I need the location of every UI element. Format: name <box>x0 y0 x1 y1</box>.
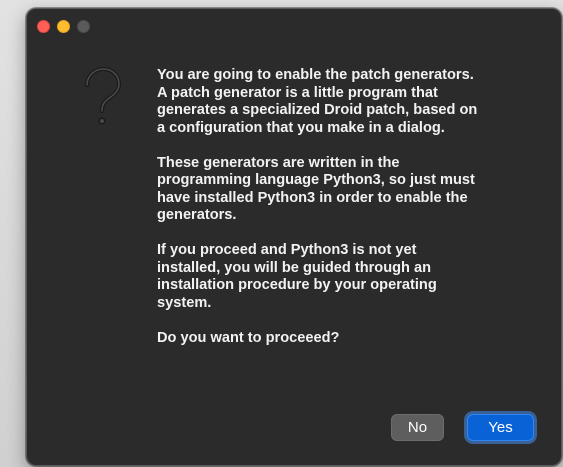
desktop-background: You are going to enable the patch genera… <box>0 0 563 467</box>
message-paragraph-install: If you proceed and Python3 is not yet in… <box>157 242 437 311</box>
zoom-window-icon <box>77 20 90 33</box>
dialog-window: You are going to enable the patch genera… <box>26 8 562 466</box>
message-paragraph-intro: You are going to enable the patch genera… <box>157 67 478 136</box>
dialog-message: You are going to enable the patch genera… <box>157 67 537 347</box>
question-mark-icon <box>85 66 122 125</box>
message-paragraph-python: These generators are written in the prog… <box>157 154 475 224</box>
close-window-icon[interactable] <box>37 20 50 33</box>
title-bar <box>27 9 561 47</box>
no-button[interactable]: No <box>391 414 444 441</box>
minimize-window-icon[interactable] <box>57 20 70 33</box>
message-question: Do you want to proceeed? <box>157 329 340 346</box>
yes-button[interactable]: Yes <box>467 414 534 441</box>
